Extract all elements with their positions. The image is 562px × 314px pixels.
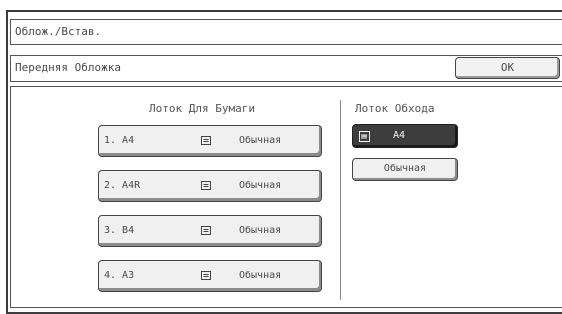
paper-type-label: Обычная — [239, 135, 282, 146]
tray-label: 2. A4R — [104, 180, 141, 191]
bypass-tray-icon — [359, 131, 370, 142]
paper-tray-icon — [201, 181, 211, 190]
tray-button-1[interactable]: 1. A4 Обычная — [98, 125, 322, 157]
tray-button-4[interactable]: 4. A3 Обычная — [98, 260, 322, 292]
bypass-type-button[interactable]: Обычная — [352, 158, 458, 181]
paper-tray-icon — [201, 136, 211, 145]
ok-button[interactable]: OK — [455, 57, 560, 79]
tray-button-3[interactable]: 3. B4 Обычная — [98, 215, 322, 247]
column-divider — [340, 100, 341, 300]
tray-button-2[interactable]: 2. A4R Обычная — [98, 170, 322, 202]
tray-label: 3. B4 — [104, 225, 135, 236]
tray-label: 4. A3 — [104, 270, 135, 281]
paper-type-label: Обычная — [239, 270, 282, 281]
bypass-size-label: A4 — [393, 130, 406, 141]
paper-type-label: Обычная — [239, 225, 282, 236]
window-title: Облож./Встав. — [10, 19, 562, 45]
tray-label: 1. A4 — [104, 135, 135, 146]
paper-type-label: Обычная — [239, 180, 282, 191]
paper-tray-icon — [201, 271, 211, 280]
paper-tray-heading: Лоток Для Бумаги — [149, 102, 255, 115]
paper-tray-icon — [201, 226, 211, 235]
bypass-size-button[interactable]: A4 — [352, 124, 458, 148]
bypass-tray-heading: Лоток Обхода — [355, 102, 435, 115]
